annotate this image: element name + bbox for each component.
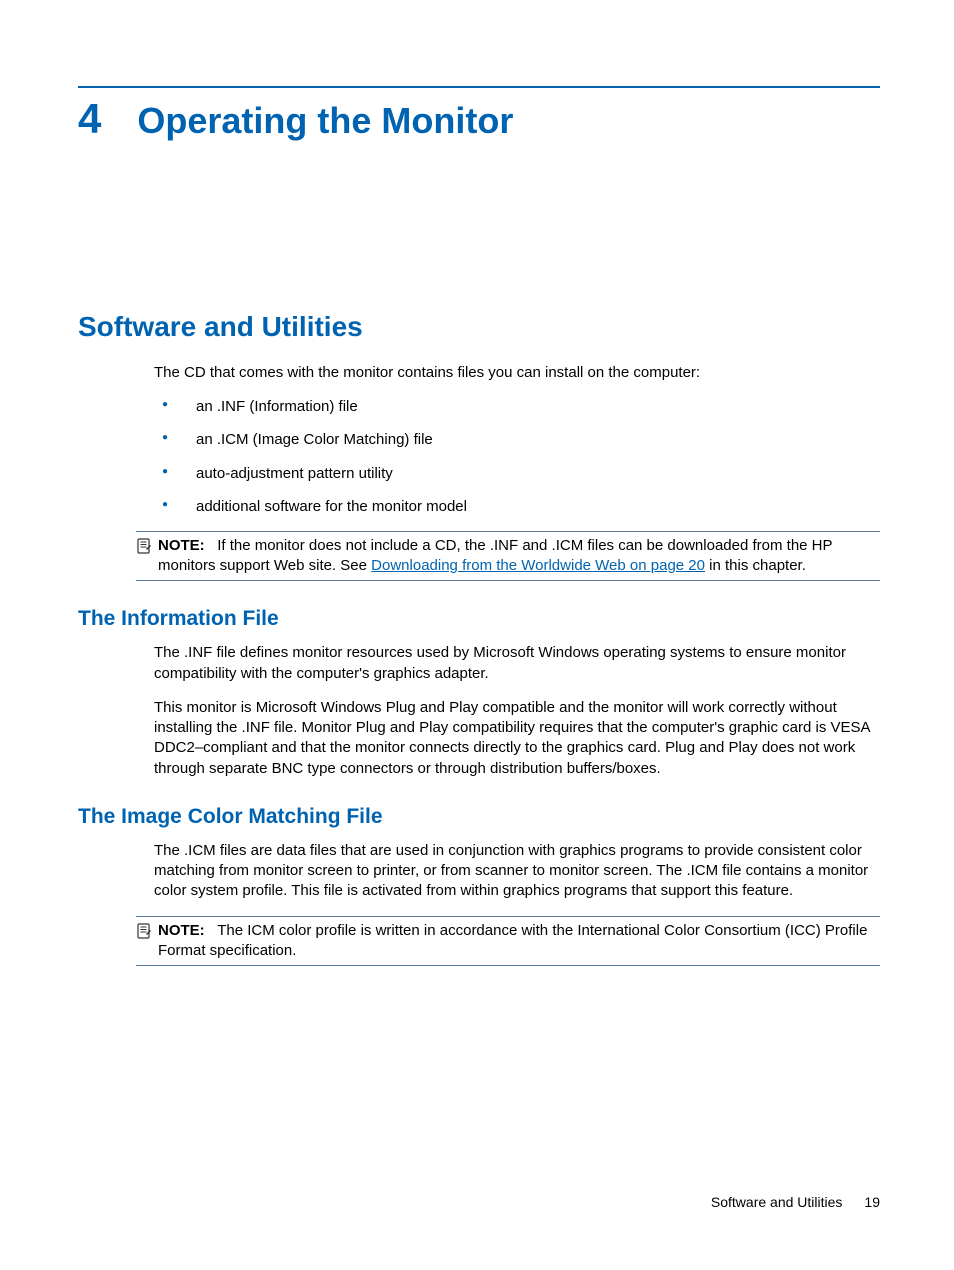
footer-section-name: Software and Utilities <box>711 1194 843 1210</box>
download-link[interactable]: Downloading from the Worldwide Web on pa… <box>371 557 705 574</box>
icm-file-p1: The .ICM files are data files that are u… <box>154 841 880 902</box>
document-page: 4 Operating the Monitor Software and Uti… <box>0 0 954 966</box>
note-block: NOTE: The ICM color profile is written i… <box>136 916 880 967</box>
note-icon <box>136 923 152 939</box>
intro-paragraph: The CD that comes with the monitor conta… <box>154 363 880 383</box>
section-heading-icm-file: The Image Color Matching File <box>78 805 880 829</box>
file-list: an .INF (Information) file an .ICM (Imag… <box>154 397 880 517</box>
chapter-rule <box>78 86 880 88</box>
list-item: an .ICM (Image Color Matching) file <box>154 430 880 450</box>
note-label: NOTE: <box>158 922 205 939</box>
footer-page-number: 19 <box>864 1194 880 1210</box>
note-text: NOTE: The ICM color profile is written i… <box>158 921 880 962</box>
note-after-link: in this chapter. <box>705 557 806 574</box>
note-block: NOTE: If the monitor does not include a … <box>136 531 880 582</box>
list-item: additional software for the monitor mode… <box>154 497 880 517</box>
note-text: NOTE: If the monitor does not include a … <box>158 536 880 577</box>
info-file-p1: The .INF file defines monitor resources … <box>154 643 880 684</box>
list-item: an .INF (Information) file <box>154 397 880 417</box>
note-label: NOTE: <box>158 537 205 554</box>
section-heading-software-utilities: Software and Utilities <box>78 311 880 343</box>
info-file-p2: This monitor is Microsoft Windows Plug a… <box>154 698 880 779</box>
list-item: auto-adjustment pattern utility <box>154 464 880 484</box>
chapter-title: Operating the Monitor <box>137 101 513 141</box>
note-icon <box>136 538 152 554</box>
chapter-heading: 4 Operating the Monitor <box>78 98 880 141</box>
section-heading-information-file: The Information File <box>78 607 880 631</box>
note-body: The ICM color profile is written in acco… <box>158 922 867 959</box>
page-footer: Software and Utilities 19 <box>711 1194 880 1210</box>
chapter-number: 4 <box>78 98 101 140</box>
